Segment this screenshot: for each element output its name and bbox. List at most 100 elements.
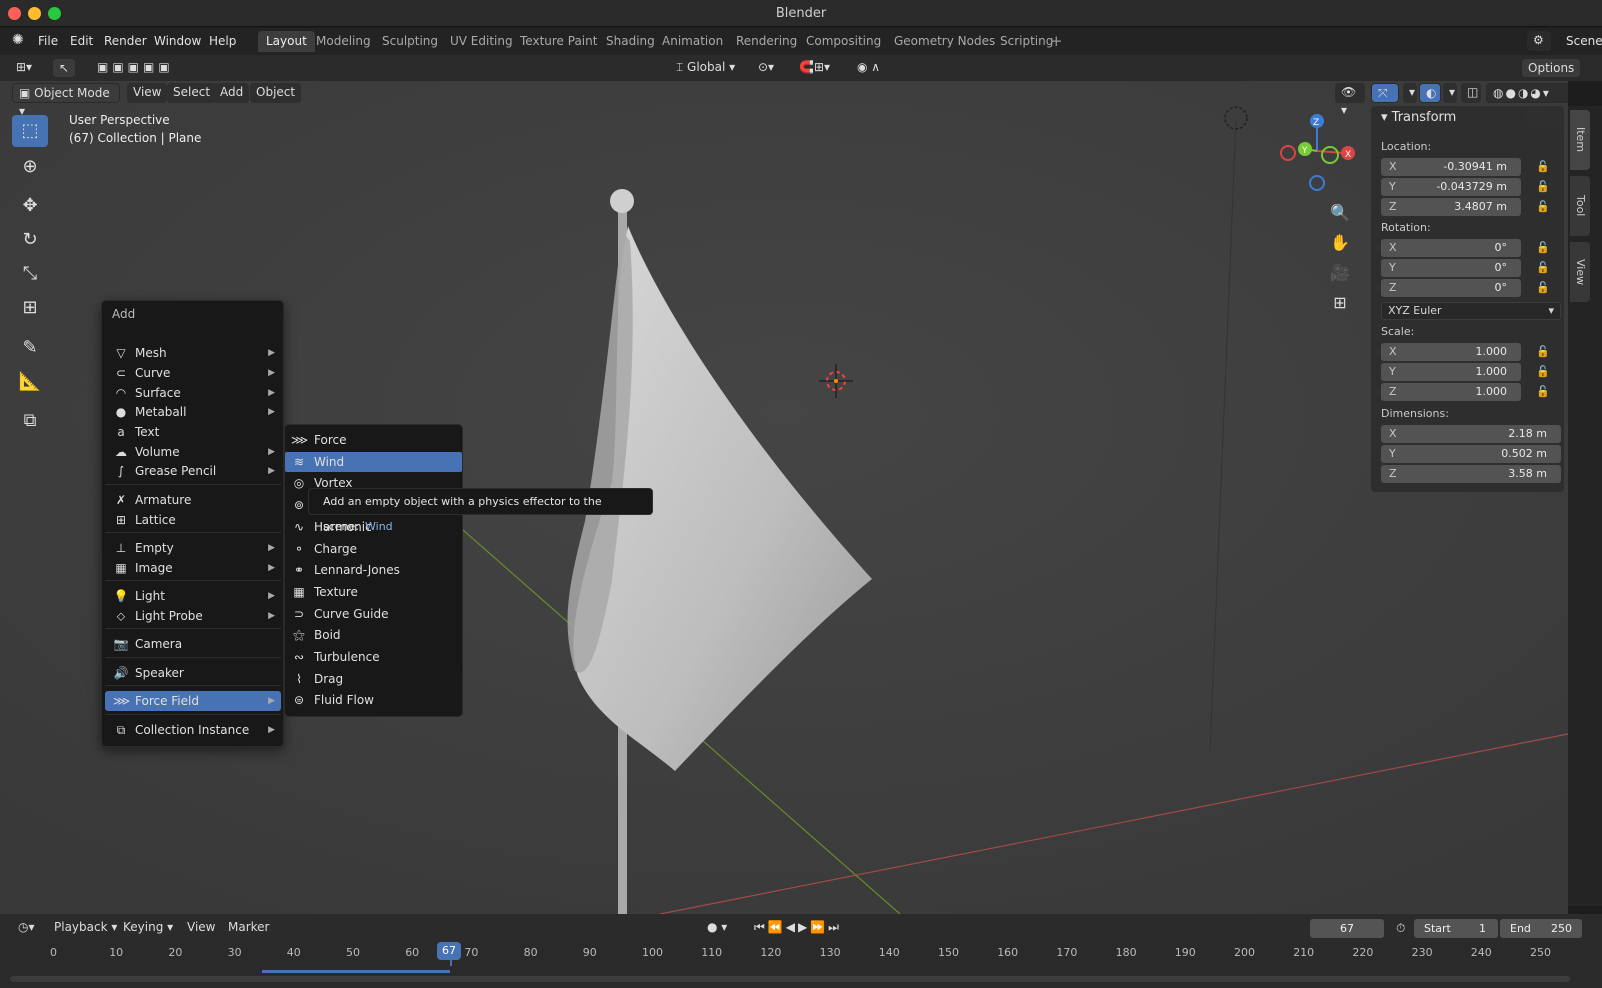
tab-uv-editing[interactable]: UV Editing: [442, 31, 521, 52]
add-menu-item-armature[interactable]: ✗ Armature: [105, 490, 281, 510]
menu-edit[interactable]: Edit: [70, 34, 93, 48]
tab-view[interactable]: View: [1570, 242, 1590, 302]
tab-modeling[interactable]: Modeling: [308, 31, 379, 52]
tab-tool[interactable]: Tool: [1570, 176, 1590, 236]
lock-icon[interactable]: 🔓: [1536, 365, 1550, 378]
pan-hand-icon[interactable]: ✋: [1326, 230, 1354, 256]
menu-help[interactable]: Help: [209, 34, 236, 48]
snap-icon[interactable]: 🧲⊞▾: [793, 58, 841, 78]
lock-icon[interactable]: 🔓: [1536, 281, 1550, 294]
playhead[interactable]: 67: [437, 942, 461, 960]
lock-icon[interactable]: 🔓: [1536, 345, 1550, 358]
marker-menu[interactable]: Marker: [222, 918, 276, 938]
pole-top[interactable]: [610, 189, 634, 213]
force-field-item-wind[interactable]: ≋ Wind: [285, 451, 462, 472]
force-field-item-texture[interactable]: ▦ Texture: [285, 582, 462, 602]
annotate-tool-icon[interactable]: ✎: [12, 332, 48, 364]
add-menu-item-force-field[interactable]: ⋙ Force Field ▶: [105, 691, 281, 711]
visibility-icon[interactable]: 👁▾: [1335, 83, 1365, 117]
dimensions-y-field[interactable]: Y 0.502 m: [1381, 445, 1561, 463]
dimensions-x-field[interactable]: X 2.18 m: [1381, 425, 1561, 443]
scale-x-field[interactable]: X 1.000: [1381, 343, 1521, 361]
tab-rendering[interactable]: Rendering: [728, 31, 805, 52]
force-field-item-curve-guide[interactable]: ⊃ Curve Guide: [285, 604, 462, 624]
object-menu[interactable]: Object: [250, 83, 302, 103]
playback-controls-icon[interactable]: ⏮⏪◀▶⏩⏭: [748, 918, 866, 938]
menu-render[interactable]: Render: [104, 34, 147, 48]
force-field-item-turbulence[interactable]: ∾ Turbulence: [285, 647, 462, 667]
add-menu-item-empty[interactable]: ⊥ Empty ▶: [105, 538, 281, 558]
add-menu-item-surface[interactable]: ◠ Surface ▶: [105, 383, 281, 403]
lock-icon[interactable]: 🔓: [1536, 241, 1550, 254]
add-menu-item-mesh[interactable]: ▽ Mesh ▶: [105, 343, 281, 363]
location-y-field[interactable]: Y -0.043729 m: [1381, 178, 1521, 196]
add-menu-item-image[interactable]: ▦ Image ▶: [105, 558, 281, 578]
end-frame-field[interactable]: End 250: [1500, 919, 1582, 938]
scale-z-field[interactable]: Z 1.000: [1381, 383, 1521, 401]
tab-sculpting[interactable]: Sculpting: [374, 31, 446, 52]
record-icon[interactable]: ● ▾: [701, 918, 739, 938]
xray-icon[interactable]: ◫: [1461, 83, 1481, 103]
select-box-tool-icon[interactable]: ⬚: [12, 115, 48, 147]
rotation-mode-dropdown[interactable]: XYZ Euler ▾: [1381, 302, 1561, 320]
rotation-y-field[interactable]: Y 0°: [1381, 259, 1521, 277]
scale-y-field[interactable]: Y 1.000: [1381, 363, 1521, 381]
mode-dropdown[interactable]: ▣ Object Mode ▾: [12, 83, 120, 118]
camera-view-icon[interactable]: 🎥: [1326, 260, 1354, 286]
add-menu[interactable]: Add: [214, 83, 250, 103]
timeline-view-menu[interactable]: View: [181, 918, 222, 938]
gizmo-toggle-icon[interactable]: ⤧: [1371, 83, 1399, 103]
select-menu[interactable]: Select: [167, 83, 217, 103]
lock-icon[interactable]: 🔓: [1536, 385, 1550, 398]
add-menu-item-volume[interactable]: ☁ Volume ▶: [105, 442, 281, 462]
tab-item[interactable]: Item: [1570, 110, 1590, 170]
force-field-item-force[interactable]: ⋙ Force: [285, 430, 462, 450]
scene-icon[interactable]: ⚙: [1527, 31, 1551, 51]
lock-icon[interactable]: 🔓: [1536, 180, 1550, 193]
dimensions-z-field[interactable]: Z 3.58 m: [1381, 465, 1561, 483]
rotation-z-field[interactable]: Z 0°: [1381, 279, 1521, 297]
menu-file[interactable]: File: [38, 34, 58, 48]
stopwatch-icon[interactable]: ⏱: [1390, 919, 1412, 939]
zoom-icon[interactable]: 🔍: [1326, 200, 1354, 226]
force-field-item-charge[interactable]: ⚬ Charge: [285, 539, 462, 559]
add-menu-item-light-probe[interactable]: ⬦ Light Probe ▶: [105, 606, 281, 626]
add-menu-item-text[interactable]: a Text: [105, 422, 281, 442]
menu-window[interactable]: Window: [154, 34, 201, 48]
location-x-field[interactable]: X -0.30941 m: [1381, 158, 1521, 176]
transform-orientation[interactable]: ⌶ Global ▾: [670, 58, 750, 78]
tab-compositing[interactable]: Compositing: [798, 31, 889, 52]
add-menu-item-lattice[interactable]: ⊞ Lattice: [105, 510, 281, 530]
add-cube-tool-icon[interactable]: ⧉: [12, 405, 48, 437]
scale-tool-icon[interactable]: ⤡: [12, 258, 48, 290]
playback-menu[interactable]: Playback ▾: [48, 918, 124, 938]
tab-texture-paint[interactable]: Texture Paint: [512, 31, 605, 52]
rotation-x-field[interactable]: X 0°: [1381, 239, 1521, 257]
move-tool-icon[interactable]: ✥: [12, 190, 48, 222]
timeline-scrollbar[interactable]: [10, 976, 1570, 982]
scene-label[interactable]: Scene: [1566, 34, 1602, 48]
tab-layout[interactable]: Layout: [258, 31, 315, 52]
view-menu[interactable]: View: [127, 83, 168, 103]
timeline-editor-icon[interactable]: ◷▾: [12, 918, 42, 938]
shading-modes-icon[interactable]: ◍●◑◕▾: [1486, 83, 1568, 103]
tab-animation[interactable]: Animation: [654, 31, 731, 52]
lock-icon[interactable]: 🔓: [1536, 200, 1550, 213]
cursor-tool-icon[interactable]: ⊕: [12, 151, 48, 183]
ortho-grid-icon[interactable]: ⊞: [1326, 290, 1354, 316]
measure-tool-icon[interactable]: 📐: [12, 366, 48, 398]
add-menu-item-speaker[interactable]: 🔊 Speaker: [105, 663, 281, 683]
location-z-field[interactable]: Z 3.4807 m: [1381, 198, 1521, 216]
force-field-item-lennard-jones[interactable]: ⚭ Lennard-Jones: [285, 560, 462, 580]
overlay-toggle-icon[interactable]: ◐: [1419, 83, 1441, 103]
rotate-tool-icon[interactable]: ↻: [12, 224, 48, 256]
timeline[interactable]: 0 10 20 30 40 50 60 70 80 90 100 110 120 130 140 150 160…: [0, 942, 1602, 988]
lock-icon[interactable]: 🔓: [1536, 261, 1550, 274]
add-menu-item-metaball[interactable]: ● Metaball ▶: [105, 402, 281, 422]
add-menu-item-grease-pencil[interactable]: ∫ Grease Pencil ▶: [105, 461, 281, 481]
tab-geometry-nodes[interactable]: Geometry Nodes: [886, 31, 1003, 52]
options-dropdown[interactable]: Options ▾: [1521, 58, 1581, 93]
select-tool-icon[interactable]: ↖: [52, 58, 76, 78]
add-menu-item-curve[interactable]: ⊂ Curve ▶: [105, 363, 281, 383]
current-frame-field[interactable]: 67: [1310, 919, 1384, 938]
